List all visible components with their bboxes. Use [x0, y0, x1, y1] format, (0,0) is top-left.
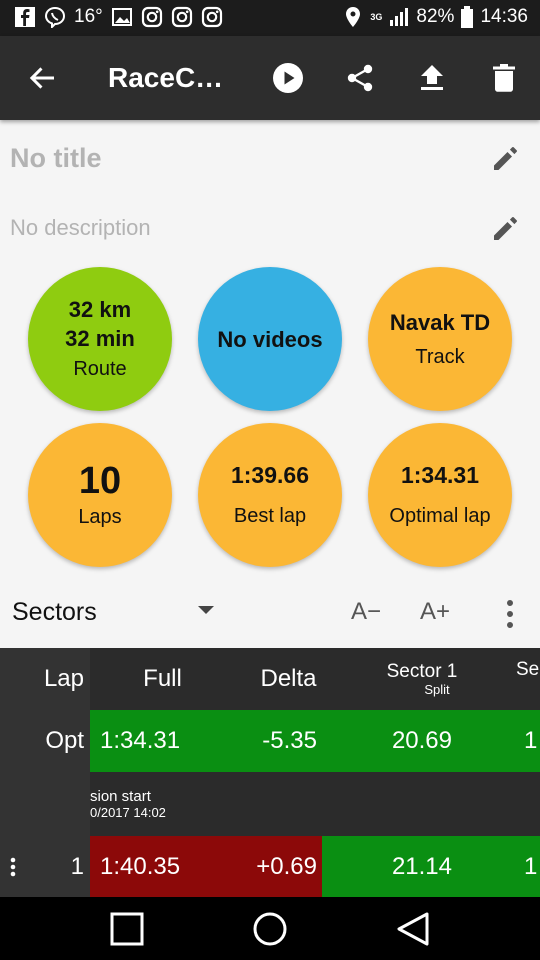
status-bar-notifications: 16° — [14, 6, 223, 28]
opt-lap: Opt — [0, 710, 90, 772]
session-start-label: sion start — [90, 788, 151, 805]
status-bar-system: 3G 82% 14:36 — [342, 6, 528, 28]
videos-circle[interactable]: No videos — [198, 267, 342, 411]
app-title: RaceCh… — [108, 62, 238, 93]
optimal-lap-circle[interactable]: 1:34.31 Optimal lap — [368, 423, 512, 567]
route-duration: 32 min — [65, 326, 135, 351]
delete-icon — [493, 64, 515, 92]
app-toolbar: RaceCh… — [0, 36, 540, 120]
header-delta[interactable]: Delta — [235, 648, 342, 710]
back-icon[interactable] — [393, 909, 433, 949]
viber-icon — [44, 6, 66, 28]
location-icon — [346, 7, 361, 27]
best-lap-label: Best lap — [233, 505, 307, 527]
track-name: Navak TD — [389, 309, 491, 335]
laps-count: 10 — [78, 460, 122, 502]
sectors-dropdown-value[interactable]: Sectors — [12, 598, 97, 627]
session-start-info: sion start 0/2017 14:02 — [90, 772, 290, 836]
home-icon[interactable] — [250, 909, 290, 949]
upload-icon — [421, 65, 443, 90]
header-sector1-sub: Split — [424, 682, 450, 697]
gallery-icon — [111, 8, 132, 26]
optimal-lap-label: Optimal lap — [389, 505, 491, 527]
temperature-text: 16° — [74, 6, 103, 27]
best-lap-circle[interactable]: 1:39.66 Best lap — [198, 423, 342, 567]
network-type: 3G — [370, 12, 383, 22]
header-lap[interactable]: Lap — [0, 648, 90, 710]
laps-circle[interactable]: 10 Laps — [28, 423, 172, 567]
signal-icon — [390, 8, 409, 26]
optimal-lap-time: 1:34.31 — [400, 462, 479, 488]
share-button[interactable] — [340, 58, 380, 98]
opt-sector1: 20.69 — [391, 727, 452, 754]
laps-table: Lap Full Delta Sector 1 Split Se Opt 1:3… — [0, 648, 540, 897]
header-sector1[interactable]: Sector 1 Split — [342, 648, 502, 710]
session-description[interactable]: No description — [10, 215, 151, 240]
back-button[interactable] — [22, 58, 62, 98]
route-distance: 32 km — [68, 297, 132, 322]
lap1-more-icon[interactable] — [10, 836, 30, 897]
videos-text: No videos — [217, 326, 323, 352]
battery-icon — [461, 6, 474, 28]
instagram-icon — [141, 6, 162, 28]
track-label: Track — [415, 345, 465, 368]
font-decrease-button[interactable]: A− — [351, 598, 381, 626]
table-row-opt: Opt 1:34.31 -5.35 20.69 1 — [0, 710, 540, 772]
battery-percent: 82% — [416, 6, 455, 27]
lap1-sector1: 21.14 — [391, 852, 452, 880]
upload-button[interactable] — [412, 58, 452, 98]
header-sector2[interactable]: Se — [516, 648, 540, 692]
best-lap-time: 1:39.66 — [230, 462, 309, 488]
status-bar: 16° 3G 82% 14:36 — [0, 0, 540, 36]
facebook-icon — [15, 7, 35, 27]
instagram-icon — [171, 6, 192, 28]
system-nav-bar — [0, 897, 540, 960]
lap1-full: 1:40.35 — [100, 852, 181, 880]
recents-icon[interactable] — [107, 909, 147, 949]
opt-sector2: 1 — [524, 727, 538, 754]
chevron-down-icon[interactable] — [198, 606, 214, 614]
route-label: Route — [73, 358, 127, 380]
table-row-lap-1[interactable]: 1 1:40.35 +0.69 21.14 1 — [0, 836, 540, 897]
session-title[interactable]: No title — [10, 143, 102, 173]
session-title-row: No title — [10, 138, 530, 178]
more-options-icon[interactable] — [506, 600, 514, 628]
session-description-row: No description — [10, 208, 530, 248]
font-increase-button[interactable]: A+ — [420, 598, 450, 626]
lap1-sector2: 1 — [524, 852, 538, 880]
edit-title-pencil-icon[interactable] — [490, 142, 522, 174]
opt-full: 1:34.31 — [100, 727, 181, 754]
route-circle[interactable]: 32 km 32 min Route — [28, 267, 172, 411]
header-sector1-title: Sector 1 — [386, 661, 458, 682]
play-button[interactable] — [268, 58, 308, 98]
clock-text: 14:36 — [480, 6, 528, 27]
track-circle[interactable]: Navak TD Track — [368, 267, 512, 411]
session-start-date: 0/2017 14:02 — [90, 805, 166, 820]
back-arrow-icon — [29, 67, 54, 89]
sectors-toolbar: Sectors A− A+ — [0, 588, 540, 640]
header-full[interactable]: Full — [90, 648, 235, 710]
edit-description-pencil-icon[interactable] — [490, 212, 522, 244]
opt-delta: -5.35 — [262, 727, 317, 754]
instagram-icon — [201, 6, 222, 28]
session-lap-cell — [0, 772, 90, 836]
table-header: Lap Full Delta Sector 1 Split Se — [0, 648, 540, 710]
lap1-delta: +0.69 — [256, 852, 317, 880]
delete-button[interactable] — [484, 58, 524, 98]
play-icon — [273, 63, 303, 93]
laps-label: Laps — [78, 506, 122, 528]
share-icon — [347, 64, 373, 92]
table-row-session-start: sion start 0/2017 14:02 — [0, 772, 540, 836]
